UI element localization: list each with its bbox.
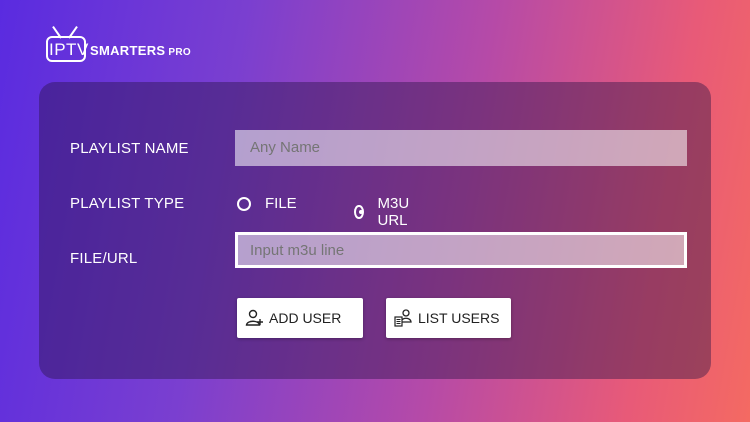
playlist-name-input[interactable] (235, 130, 687, 166)
users-list-icon (394, 309, 412, 327)
add-playlist-panel: PLAYLIST NAME PLAYLIST TYPE FILE M3U URL… (39, 82, 711, 379)
brand-name: SMARTERS PRO (90, 43, 191, 58)
brand-pro: PRO (168, 47, 191, 58)
radio-file-label: FILE (265, 195, 297, 212)
list-users-button[interactable]: LIST USERS (386, 298, 511, 338)
radio-m3u-url-label: M3U URL (377, 195, 410, 229)
brand-smarters: SMARTERS (90, 43, 166, 58)
add-user-label: ADD USER (269, 310, 342, 326)
radio-m3u-url-indicator[interactable] (354, 205, 364, 219)
file-url-input[interactable] (235, 232, 687, 268)
add-user-icon (245, 309, 263, 326)
radio-file-indicator[interactable] (237, 196, 251, 211)
brand-iptv: IPTV (49, 40, 89, 59)
app-logo: IPTV SMARTERS PRO (46, 24, 206, 68)
file-url-label: FILE/URL (70, 250, 138, 267)
add-user-button[interactable]: ADD USER (237, 298, 363, 338)
playlist-type-label: PLAYLIST TYPE (70, 195, 185, 212)
list-users-label: LIST USERS (418, 310, 500, 326)
playlist-name-label: PLAYLIST NAME (70, 140, 189, 157)
radio-file[interactable]: FILE (237, 195, 297, 212)
radio-m3u-url[interactable]: M3U URL (354, 195, 414, 229)
